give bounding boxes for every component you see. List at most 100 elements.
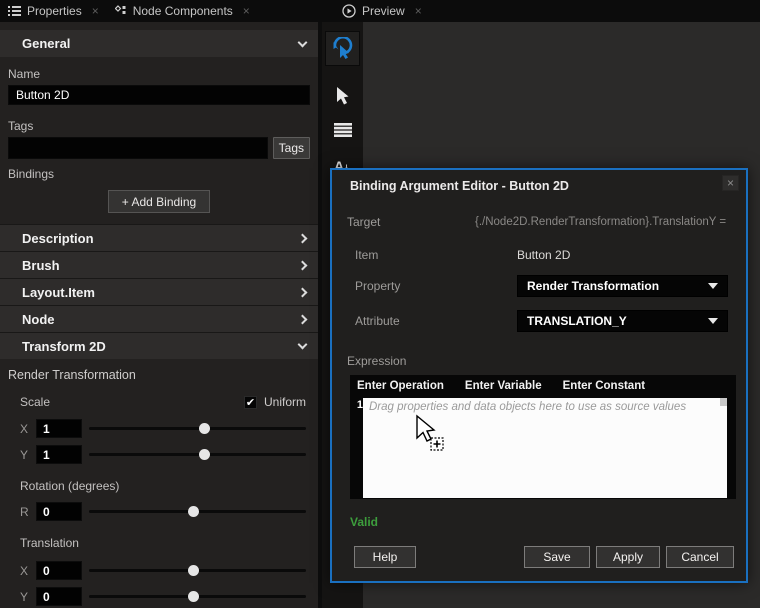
help-button[interactable]: Help bbox=[354, 546, 416, 568]
item-label: Item bbox=[332, 248, 517, 262]
section-description-label: Description bbox=[22, 231, 94, 246]
chevron-down-icon bbox=[708, 283, 718, 289]
section-general[interactable]: General bbox=[0, 30, 318, 57]
translation-x-slider-handle[interactable] bbox=[188, 565, 199, 576]
tab-bar: Properties × Node Components × Preview × bbox=[0, 0, 760, 22]
grid-icon bbox=[334, 123, 352, 137]
bindings-label: Bindings bbox=[8, 167, 310, 181]
dialog-close-icon[interactable]: × bbox=[722, 175, 739, 191]
property-label: Property bbox=[332, 279, 517, 293]
save-button[interactable]: Save bbox=[524, 546, 590, 568]
add-binding-button[interactable]: + Add Binding bbox=[108, 190, 210, 213]
dialog-title: Binding Argument Editor - Button 2D bbox=[350, 179, 569, 193]
tags-input[interactable] bbox=[8, 137, 268, 159]
editor-text-area[interactable]: Drag properties and data objects here to… bbox=[363, 398, 727, 498]
editor-line-number: 1 bbox=[350, 397, 363, 499]
chevron-right-icon bbox=[298, 314, 308, 324]
tab-node-components[interactable]: Node Components × bbox=[107, 0, 258, 22]
section-brush-label: Brush bbox=[22, 258, 60, 273]
scale-y-slider[interactable] bbox=[89, 445, 306, 464]
scale-y-input[interactable] bbox=[36, 445, 82, 464]
section-description[interactable]: Description bbox=[0, 224, 318, 251]
target-value: {./Node2D.RenderTransformation}.Translat… bbox=[475, 216, 746, 228]
scale-x-slider[interactable] bbox=[89, 419, 306, 438]
translation-x-label: X bbox=[20, 564, 36, 578]
translation-y-slider[interactable] bbox=[89, 587, 306, 606]
tab-preview[interactable]: Preview × bbox=[334, 0, 430, 22]
scale-y-label: Y bbox=[20, 448, 36, 462]
rotation-r-slider-handle[interactable] bbox=[188, 506, 199, 517]
chevron-right-icon bbox=[298, 233, 308, 243]
select-tool-button[interactable] bbox=[325, 78, 360, 113]
chevron-down-icon bbox=[298, 37, 308, 47]
binding-argument-editor-dialog: Binding Argument Editor - Button 2D × Ta… bbox=[330, 168, 748, 583]
expression-tab-bar: Enter Operation Enter Variable Enter Con… bbox=[350, 375, 736, 397]
property-dropdown[interactable]: Render Transformation bbox=[517, 275, 728, 297]
scale-x-label: X bbox=[20, 422, 36, 436]
section-layout-item[interactable]: Layout.Item bbox=[0, 278, 318, 305]
attribute-dropdown-value: TRANSLATION_Y bbox=[527, 314, 708, 328]
tab-properties[interactable]: Properties × bbox=[0, 0, 107, 22]
expression-editor[interactable]: 1 Drag properties and data objects here … bbox=[350, 397, 736, 499]
section-transform-2d[interactable]: Transform 2D bbox=[0, 332, 318, 359]
properties-list-icon bbox=[8, 6, 21, 17]
properties-panel: General Name Tags Tags Bindings + Add Bi… bbox=[0, 22, 318, 608]
preview-play-icon bbox=[342, 4, 356, 18]
name-input[interactable] bbox=[8, 85, 310, 105]
translation-y-slider-handle[interactable] bbox=[188, 591, 199, 602]
chevron-right-icon bbox=[298, 287, 308, 297]
translation-x-slider[interactable] bbox=[89, 561, 306, 580]
section-brush[interactable]: Brush bbox=[0, 251, 318, 278]
select-cursor-icon bbox=[334, 86, 352, 106]
tab-enter-constant[interactable]: Enter Constant bbox=[563, 380, 645, 392]
uniform-label: Uniform bbox=[264, 395, 306, 409]
interact-tool-button[interactable] bbox=[325, 31, 360, 66]
tags-label: Tags bbox=[8, 119, 310, 133]
render-transformation-label: Render Transformation bbox=[8, 368, 310, 382]
chevron-down-icon bbox=[708, 318, 718, 324]
node-components-icon bbox=[115, 5, 127, 17]
rotation-r-label: R bbox=[20, 505, 36, 519]
attribute-dropdown[interactable]: TRANSLATION_Y bbox=[517, 310, 728, 332]
rotation-r-slider[interactable] bbox=[89, 502, 306, 521]
section-layout-item-label: Layout.Item bbox=[22, 285, 95, 300]
rotation-r-input[interactable] bbox=[36, 502, 82, 521]
target-label: Target bbox=[332, 215, 475, 229]
tab-node-components-close-icon[interactable]: × bbox=[243, 4, 250, 18]
interact-cursor-icon bbox=[331, 37, 355, 61]
section-node[interactable]: Node bbox=[0, 305, 318, 332]
tags-button[interactable]: Tags bbox=[273, 137, 310, 159]
translation-x-input[interactable] bbox=[36, 561, 82, 580]
grid-tool-button[interactable] bbox=[325, 112, 360, 147]
uniform-checkbox[interactable]: ✔ bbox=[244, 396, 257, 409]
expression-label: Expression bbox=[347, 354, 746, 368]
validation-status: Valid bbox=[350, 515, 746, 529]
editor-placeholder: Drag properties and data objects here to… bbox=[369, 401, 686, 413]
translation-label: Translation bbox=[20, 536, 310, 550]
section-general-label: General bbox=[22, 36, 70, 51]
apply-button[interactable]: Apply bbox=[596, 546, 660, 568]
tab-preview-close-icon[interactable]: × bbox=[415, 4, 422, 18]
tab-properties-close-icon[interactable]: × bbox=[92, 4, 99, 18]
item-value: Button 2D bbox=[517, 248, 570, 262]
scale-x-input[interactable] bbox=[36, 419, 82, 438]
section-node-label: Node bbox=[22, 312, 55, 327]
app-window: Properties × Node Components × Preview ×… bbox=[0, 0, 760, 608]
tab-preview-label: Preview bbox=[362, 4, 405, 18]
translation-y-label: Y bbox=[20, 590, 36, 604]
translation-y-input[interactable] bbox=[36, 587, 82, 606]
scale-y-slider-handle[interactable] bbox=[199, 449, 210, 460]
cancel-button[interactable]: Cancel bbox=[666, 546, 734, 568]
property-dropdown-value: Render Transformation bbox=[527, 279, 708, 293]
section-transform-2d-label: Transform 2D bbox=[22, 339, 106, 354]
scale-label: Scale bbox=[20, 395, 50, 409]
tab-properties-label: Properties bbox=[27, 4, 82, 18]
editor-scrollbar[interactable] bbox=[720, 398, 727, 406]
name-label: Name bbox=[8, 67, 310, 81]
tab-enter-operation[interactable]: Enter Operation bbox=[357, 380, 444, 392]
drag-cursor-icon bbox=[415, 414, 449, 454]
tab-node-components-label: Node Components bbox=[133, 4, 233, 18]
scale-x-slider-handle[interactable] bbox=[199, 423, 210, 434]
attribute-label: Attribute bbox=[332, 314, 517, 328]
tab-enter-variable[interactable]: Enter Variable bbox=[465, 380, 542, 392]
